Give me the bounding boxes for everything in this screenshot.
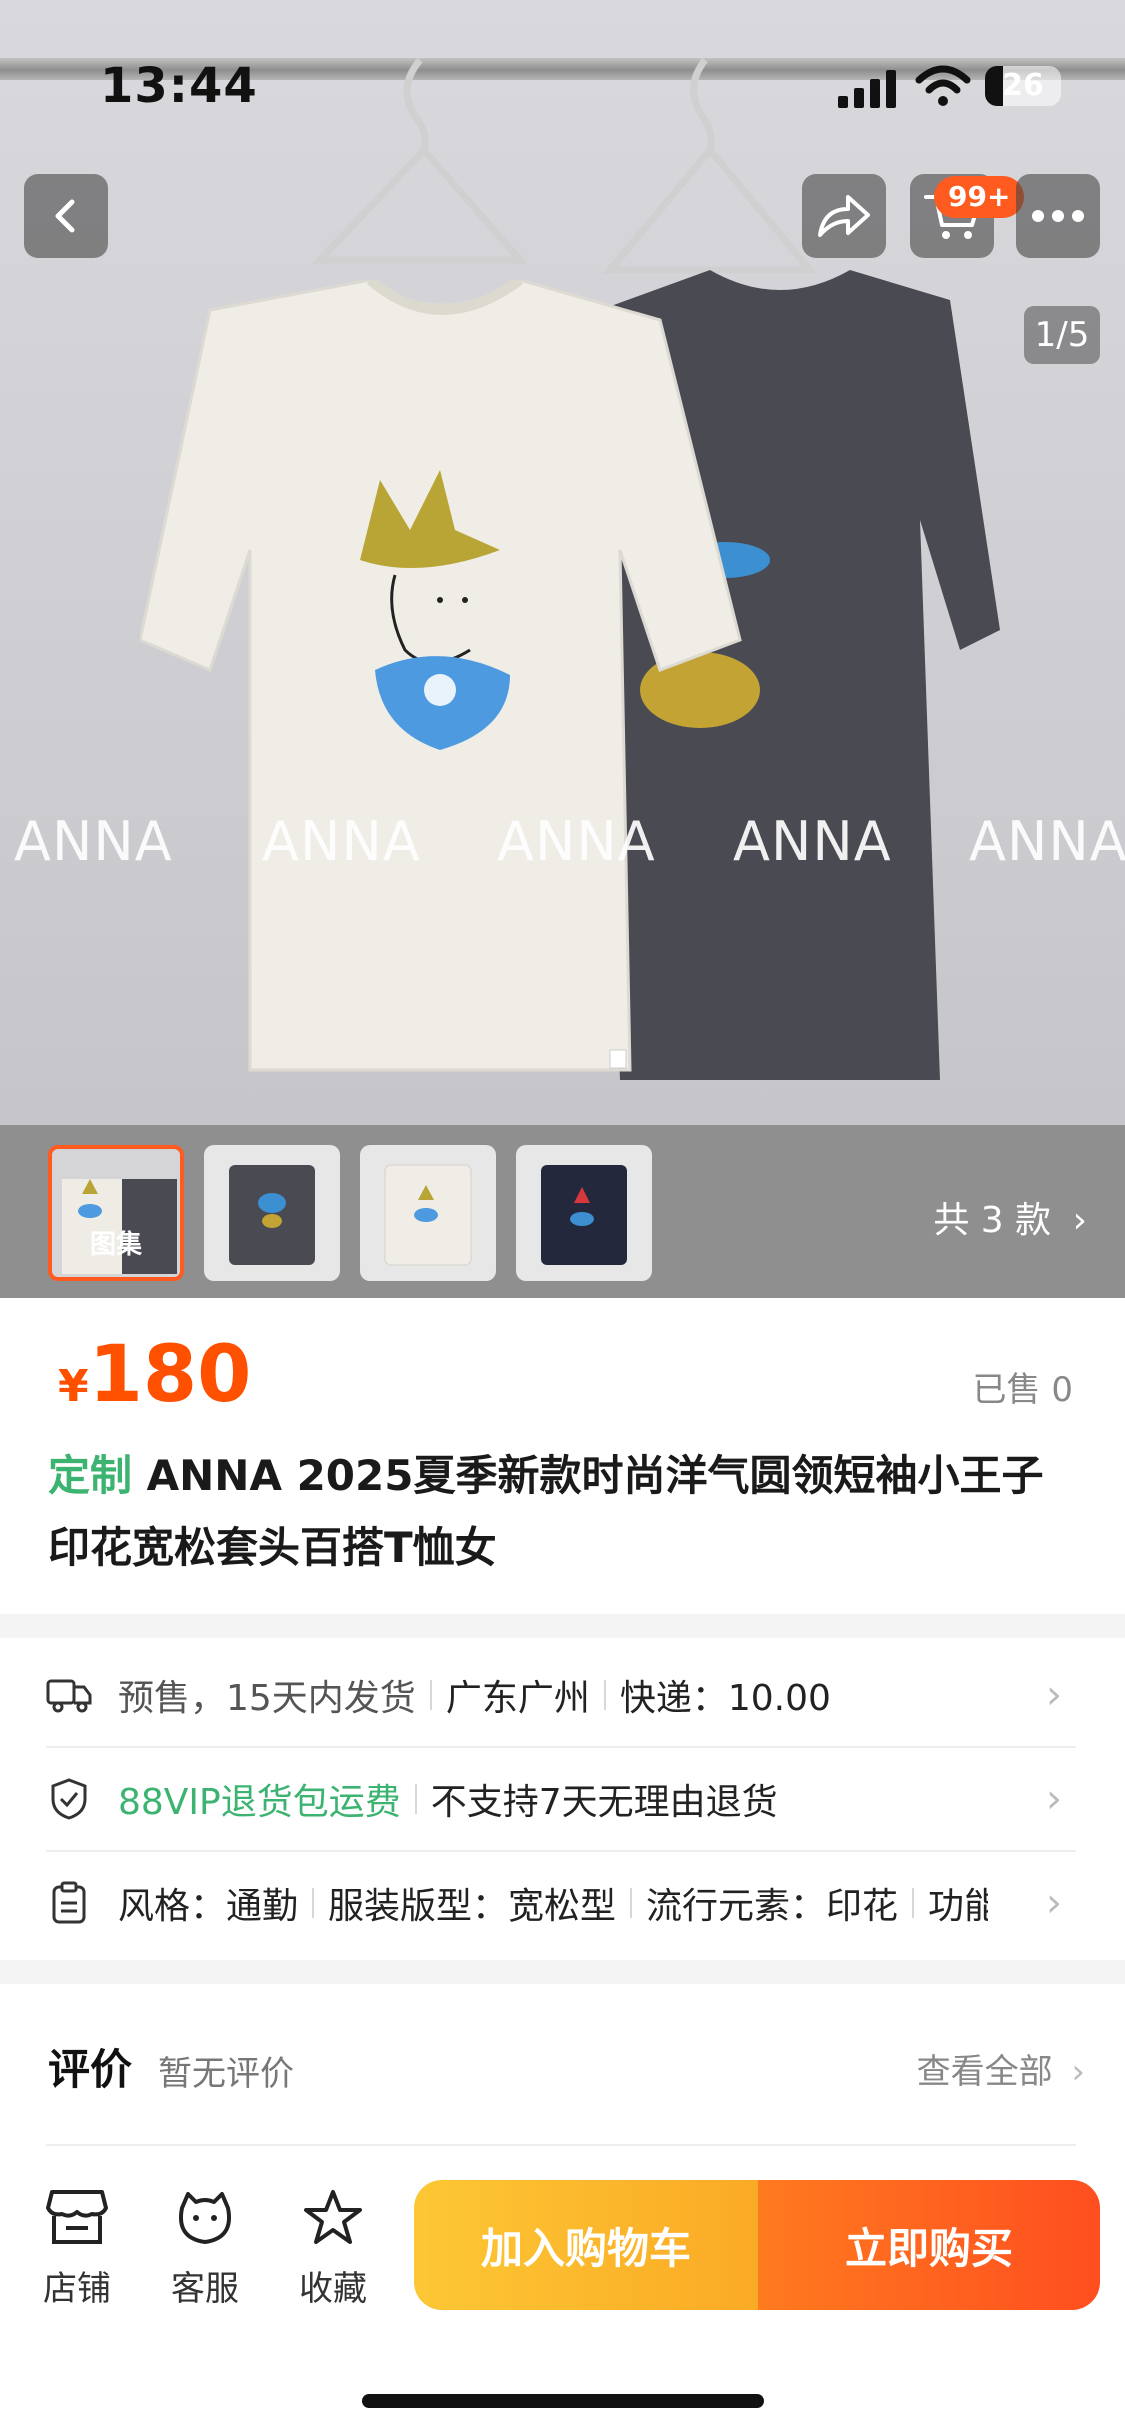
divider	[414, 1784, 417, 1814]
variants-count: 共 3 款	[933, 1200, 1052, 1241]
status-time: 13:44	[100, 58, 258, 114]
more-dots-icon	[1032, 210, 1084, 222]
favorite-label: 收藏	[299, 2269, 367, 2309]
custom-tag: 定制	[48, 1451, 133, 1500]
chevron-right-icon: ›	[1072, 1200, 1087, 1241]
divider	[46, 2144, 1076, 2146]
store-label: 店铺	[43, 2269, 111, 2309]
watermark-text: ANNA	[14, 810, 173, 873]
watermark-text: ANNA	[497, 810, 656, 873]
vip-return-shipping: 88VIP退货包运费	[118, 1782, 401, 1823]
divider	[429, 1680, 432, 1710]
product-title-text: ANNA 2025夏季新款时尚洋气圆领短袖小王子印花宽松套头百搭T恤女	[48, 1451, 1044, 1572]
white-tshirt	[140, 280, 742, 1072]
attr-more: 功能	[928, 1886, 989, 1927]
thumbnail-image	[541, 1165, 627, 1265]
watermark-text: ANNA	[262, 810, 421, 873]
share-icon	[818, 195, 870, 237]
variants-link[interactable]: 共 3 款 ›	[933, 1191, 1087, 1243]
product-title: 定制 ANNA 2025夏季新款时尚洋气圆领短袖小王子印花宽松套头百搭T恤女	[48, 1440, 1068, 1584]
product-price: ¥180	[58, 1330, 251, 1420]
product-main-image[interactable]: ANNA ANNA ANNA ANNA ANNA 13:44 26 99+ 1/…	[0, 0, 1125, 1125]
no-return-policy: 不支持7天无理由退货	[430, 1782, 778, 1823]
home-indicator	[362, 2394, 764, 2408]
chevron-right-icon: ›	[1046, 1880, 1062, 1926]
wifi-icon	[915, 65, 971, 106]
share-button[interactable]	[802, 174, 886, 258]
view-all-label: 查看全部	[916, 2052, 1053, 2092]
truck-icon	[46, 1677, 92, 1713]
battery-level: 26	[1002, 68, 1044, 103]
attr-style: 风格：通勤	[118, 1886, 299, 1927]
service-label: 客服	[171, 2269, 239, 2309]
view-all-reviews[interactable]: 查看全部 ›	[917, 2044, 1085, 2093]
divider	[630, 1888, 633, 1918]
store-button[interactable]: 店铺	[32, 2188, 122, 2310]
thumbnail-image	[62, 1179, 177, 1274]
customer-service-button[interactable]: 客服	[160, 2188, 250, 2310]
attr-fit: 服装版型：宽松型	[328, 1886, 617, 1927]
more-button[interactable]	[1016, 174, 1100, 258]
express-fee: 快递：10.00	[619, 1678, 831, 1719]
watermark-text: ANNA	[733, 810, 892, 873]
add-to-cart-button[interactable]: 加入购物车	[414, 2180, 758, 2310]
gallery-label: 图集	[89, 1230, 142, 1260]
ship-from-location: 广东广州	[445, 1678, 590, 1719]
service-face-icon	[179, 2192, 231, 2244]
variant-thumbnail[interactable]	[204, 1145, 340, 1281]
watermark-text: ANNA	[969, 810, 1125, 873]
image-counter: 1/5	[1024, 306, 1100, 364]
shipping-row[interactable]: 预售，15天内发货 广东广州 快递：10.00 ›	[46, 1644, 1076, 1746]
star-icon	[304, 2190, 362, 2244]
battery-icon: 26	[985, 66, 1061, 106]
sold-count: 已售 0	[972, 1370, 1073, 1410]
clipboard-icon	[46, 1881, 92, 1925]
currency-symbol: ¥	[58, 1361, 89, 1412]
chevron-right-icon: ›	[1046, 1672, 1062, 1718]
price-value: 180	[88, 1330, 252, 1420]
divider	[912, 1888, 915, 1918]
back-button[interactable]	[24, 174, 108, 258]
chevron-right-icon: ›	[1046, 1776, 1062, 1822]
cellular-signal-icon	[838, 70, 896, 108]
reviews-heading: 评价	[48, 2045, 133, 2094]
status-bar: 13:44 26	[0, 0, 1125, 130]
thumbnail-image	[229, 1165, 315, 1265]
variant-thumbnail[interactable]	[516, 1145, 652, 1281]
buy-now-button[interactable]: 立即购买	[758, 2180, 1100, 2310]
variant-thumbnail[interactable]	[360, 1145, 496, 1281]
divider	[312, 1888, 315, 1918]
favorite-button[interactable]: 收藏	[288, 2188, 378, 2310]
reviews-summary: 暂无评价	[158, 2054, 294, 2094]
chevron-right-icon: ›	[1071, 2052, 1085, 2092]
cart-count-badge: 99+	[934, 176, 1025, 218]
thumbnail-image	[384, 1164, 472, 1266]
gallery-thumbnail[interactable]: 图集	[48, 1145, 184, 1281]
shield-icon	[46, 1777, 92, 1821]
store-icon	[46, 2190, 108, 2244]
guarantee-row[interactable]: 88VIP退货包运费 不支持7天无理由退货 ›	[46, 1748, 1076, 1850]
gallery-thumbnail-strip: 图集 共 3 款 ›	[0, 1125, 1125, 1298]
presale-text: 预售，15天内发货	[118, 1678, 416, 1719]
divider	[603, 1680, 606, 1710]
attr-element: 流行元素：印花	[646, 1886, 899, 1927]
attributes-row[interactable]: 风格：通勤 服装版型：宽松型 流行元素：印花 功能 ›	[46, 1852, 1076, 1954]
chevron-left-icon	[55, 199, 75, 233]
